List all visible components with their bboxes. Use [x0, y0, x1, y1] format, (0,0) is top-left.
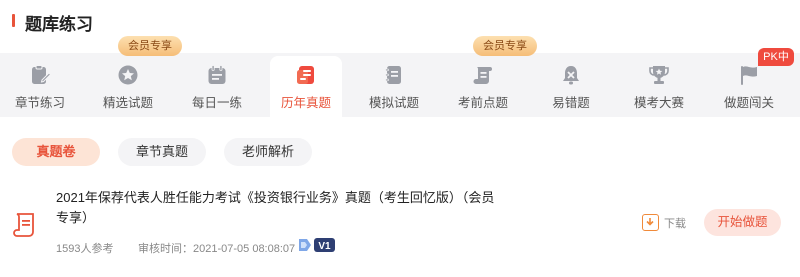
download-label: 下载: [664, 218, 686, 230]
tab-past-exams[interactable]: 历年真题: [270, 60, 342, 116]
tab-label: 每日一练: [191, 96, 242, 110]
tab-label: 考前点题: [457, 96, 508, 110]
star-badge-icon: [118, 65, 138, 85]
vip-level-badge: V1: [299, 238, 335, 252]
tab-label: 模考大赛: [633, 96, 684, 110]
download-icon: [642, 214, 659, 231]
calendar-icon: [208, 65, 226, 84]
flag-icon: [741, 66, 757, 85]
tab-daily-practice[interactable]: 每日一练: [181, 60, 253, 116]
page-header: 题库练习: [0, 0, 800, 44]
participant-count: 1593人参考: [56, 243, 114, 255]
tab-label: 模拟试题: [368, 96, 419, 110]
tab-label: 章节练习: [14, 96, 65, 110]
title-accent-bar: [12, 14, 15, 27]
paper-title[interactable]: 2021年保荐代表人胜任能力考试《投资银行业务》真题（考生回忆版）（会员专享）: [56, 188, 496, 228]
member-exclusive-badge: 会员专享: [473, 36, 537, 56]
pk-badge: PK中: [758, 48, 794, 66]
clipboard-pen-icon: [32, 65, 51, 84]
trophy-icon: [649, 66, 669, 84]
notebook-icon: [385, 66, 401, 84]
exam-paper-icon: [297, 66, 314, 84]
filter-chapter-real-questions[interactable]: 章节真题: [118, 138, 206, 166]
alert-bell-icon: [563, 66, 579, 85]
tab-label: 精选试题: [102, 96, 153, 110]
tab-mock-questions[interactable]: 模拟试题: [358, 60, 430, 116]
tab-label: 易错题: [552, 96, 590, 110]
tab-selected-questions[interactable]: 精选试题: [92, 60, 164, 116]
tab-label: 做题闯关: [723, 96, 774, 110]
member-exclusive-badge: 会员专享: [118, 36, 182, 56]
scroll-icon: [473, 67, 492, 84]
tab-level-challenge[interactable]: 做题闯关: [713, 60, 785, 116]
tab-chapter-practice[interactable]: 章节练习: [4, 60, 76, 116]
tab-mock-contest[interactable]: 模考大赛: [623, 60, 695, 116]
tab-error-prone[interactable]: 易错题: [535, 60, 607, 116]
vip-level-text: V1: [318, 241, 331, 252]
page-title: 题库练习: [25, 15, 93, 34]
tab-pre-exam-tips[interactable]: 考前点题: [447, 60, 519, 116]
tab-label: 历年真题: [280, 96, 331, 110]
review-time: 审核时间：2021-07-05 08:08:07: [138, 243, 296, 255]
filter-teacher-analysis[interactable]: 老师解析: [224, 138, 312, 166]
filter-real-papers[interactable]: 真题卷: [12, 138, 100, 166]
paper-scroll-icon: [13, 213, 34, 237]
start-practice-button[interactable]: 开始做题: [704, 209, 781, 236]
